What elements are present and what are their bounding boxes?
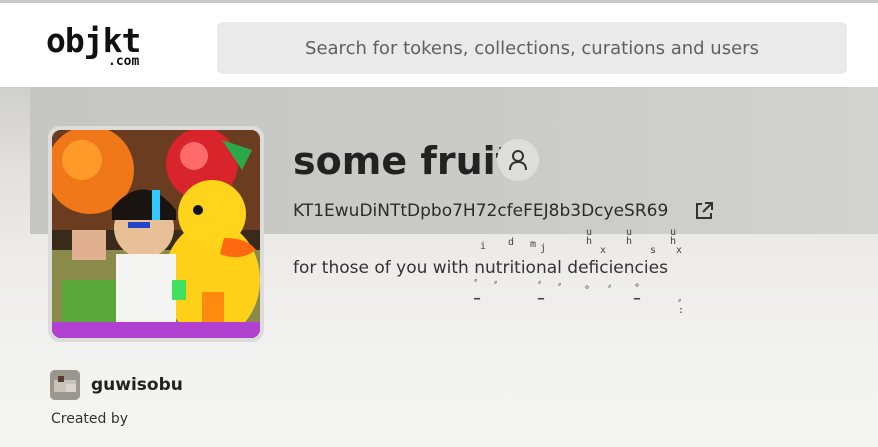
contract-address[interactable]: KT1EwuDiNTtDpbo7H72cfeFEJ8b3DcyeSR69 [293,199,668,223]
external-link-icon[interactable] [694,201,714,225]
collection-thumbnail[interactable] [48,126,264,342]
creator-avatar[interactable] [50,370,80,400]
collection-image [52,130,260,338]
owner-badge[interactable] [497,139,539,181]
collection-title: some fruit [293,139,514,183]
site-header: objkt .com [0,3,878,87]
logo-domain: .com [108,54,140,69]
creator-name-link[interactable]: guwisobu [91,373,183,397]
objkt-logo[interactable]: objkt .com [46,23,162,75]
search-input[interactable] [217,22,847,74]
created-by-label: Created by [51,411,129,427]
glitch-text-overlay: i d m j u h u h u h x x s ⸗ ⸗ ⸗ ⸗ ° ⸗ ° … [474,227,685,316]
user-icon [509,150,527,171]
